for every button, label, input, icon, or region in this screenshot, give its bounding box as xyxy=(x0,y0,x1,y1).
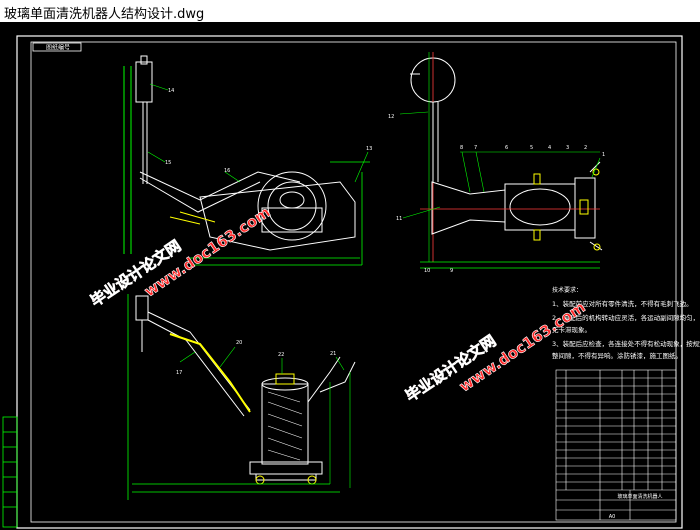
part-label-7: 7 xyxy=(474,145,477,151)
part-label-11: 11 xyxy=(396,216,402,222)
part-label-20: 20 xyxy=(236,340,242,346)
frame-tag-text: 图纸编号 xyxy=(46,44,70,52)
top-view xyxy=(127,294,356,500)
part-label-6: 6 xyxy=(505,145,508,151)
part-label-3: 3 xyxy=(566,145,569,151)
notes-line-5: 整间隙，不得有异响。涂防锈漆，施工图纸。 xyxy=(552,351,682,360)
part-label-10: 10 xyxy=(424,268,430,274)
part-label-2: 2 xyxy=(584,145,587,151)
part-label-13: 13 xyxy=(366,146,372,152)
part-label-12: 12 xyxy=(388,114,394,120)
cad-drawing: 图纸编号 14 15 16 13 12 11 10 9 8 7 6 5 4 3 … xyxy=(2,35,700,529)
window-titlebar: 玻璃单面清洗机器人结构设计.dwg xyxy=(0,0,700,23)
part-label-16: 16 xyxy=(224,168,230,174)
part-label-5: 5 xyxy=(530,145,533,151)
cad-canvas[interactable]: 图纸编号 14 15 16 13 12 11 10 9 8 7 6 5 4 3 … xyxy=(0,22,700,530)
window-title: 玻璃单面清洗机器人结构设计.dwg xyxy=(4,7,205,22)
notes-heading: 技术要求： xyxy=(552,286,582,294)
frame-tag: 图纸编号 xyxy=(32,42,82,52)
technical-notes: 技术要求： 1、装配前应对所有零件清洗，不得有毛刺飞边。 2、装配后的机构转动应… xyxy=(552,286,700,360)
left-margin-boxes xyxy=(2,416,18,528)
part-label-17: 17 xyxy=(176,370,182,376)
part-label-15: 15 xyxy=(165,160,171,166)
part-label-21: 21 xyxy=(330,351,336,357)
part-label-1: 1 xyxy=(602,152,605,158)
part-label-4: 4 xyxy=(548,145,551,151)
part-label-8: 8 xyxy=(460,145,463,151)
part-label-9: 9 xyxy=(450,268,453,274)
title-block-scale: A0 xyxy=(609,514,616,520)
watermark-1: 毕业设计论文网 www.doc163.com xyxy=(87,203,274,311)
side-view xyxy=(399,52,603,269)
part-label-14: 14 xyxy=(168,88,174,94)
notes-line-4: 3、装配后应检查，各连接处不得有松动现象，按规定调 xyxy=(552,339,700,348)
part-label-22: 22 xyxy=(278,352,284,358)
title-block-name: 玻璃单面清洗机器人 xyxy=(617,493,662,500)
